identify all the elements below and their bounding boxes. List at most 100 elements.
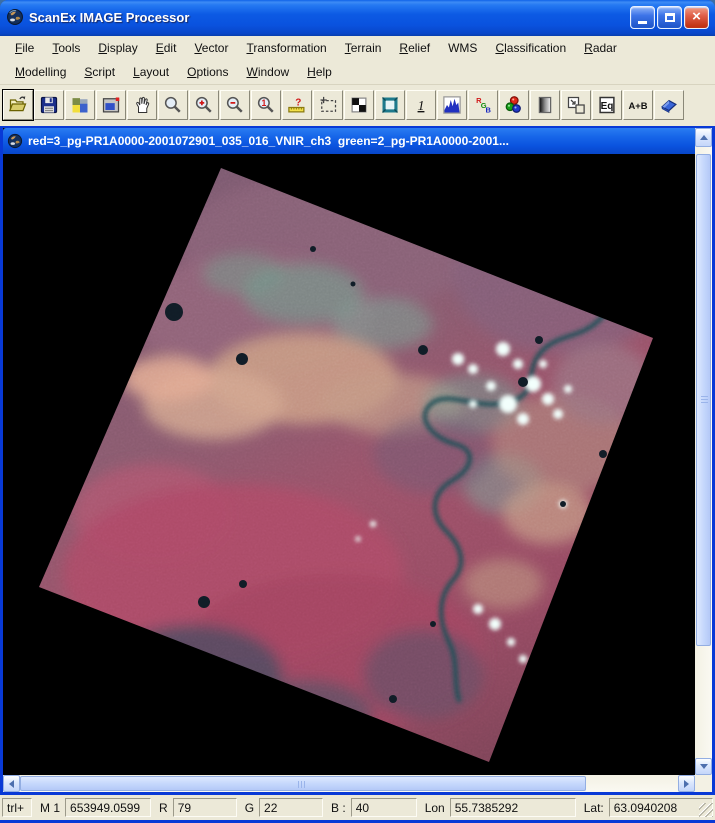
status-mode-cell: trl+	[2, 798, 32, 817]
menu-radar[interactable]: Radar	[575, 38, 626, 58]
app-window: ScanEx IMAGE Processor × File Tools Disp…	[0, 0, 715, 823]
color-channels-button[interactable]	[499, 89, 529, 120]
menu-transformation[interactable]: Transformation	[237, 38, 335, 58]
scroll-left-button[interactable]	[3, 775, 20, 792]
image-arithmetic-button[interactable]: A+B	[623, 89, 653, 120]
document-title: red=3_pg-PR1A0000-2001072901_035_016_VNI…	[28, 134, 509, 148]
app-globe-icon	[7, 9, 23, 25]
measure-button[interactable]: ?	[282, 89, 312, 120]
menubar-row2: Modelling Script Layout Options Window H…	[0, 60, 715, 85]
svg-text:Eq: Eq	[601, 100, 614, 111]
maximize-icon	[664, 12, 675, 22]
chevron-left-icon	[5, 779, 14, 788]
menu-layout[interactable]: Layout	[124, 62, 178, 82]
zoom-one-icon: 1	[257, 96, 274, 113]
toolbar: 1 ? 1 R G B Eq A+B	[0, 85, 715, 126]
menu-terrain[interactable]: Terrain	[336, 38, 391, 58]
image-canvas[interactable]	[3, 154, 695, 775]
color-channels-icon	[505, 95, 521, 113]
zoom-out-button[interactable]	[220, 89, 250, 120]
scale-label: M 1	[40, 800, 61, 815]
zoom-in-button[interactable]	[189, 89, 219, 120]
mdi-area: red=3_pg-PR1A0000-2001072901_035_016_VNI…	[0, 126, 715, 795]
resize-grip[interactable]	[699, 803, 713, 817]
eraser-button[interactable]	[654, 89, 684, 120]
save-button[interactable]	[34, 89, 64, 120]
svg-text:B: B	[486, 105, 492, 114]
open-button[interactable]	[2, 88, 34, 121]
svg-text:1: 1	[418, 98, 425, 113]
blue-value: 40	[350, 798, 417, 817]
minimize-icon	[638, 21, 647, 24]
one-to-one-button[interactable]: 1	[406, 89, 436, 120]
satellite-image	[39, 168, 653, 762]
menu-tools[interactable]: Tools	[43, 38, 89, 58]
histogram-icon	[443, 95, 461, 114]
measure-ruler-icon: ?	[288, 97, 305, 112]
lat-label: Lat:	[583, 800, 604, 815]
titlebar[interactable]: ScanEx IMAGE Processor ×	[0, 0, 715, 36]
scroll-down-button[interactable]	[695, 758, 712, 775]
red-label: R	[159, 800, 168, 815]
rgb-compose-icon: R G B	[476, 96, 492, 114]
gradient-stretch-icon	[538, 96, 552, 113]
chevron-up-icon	[699, 131, 708, 140]
scroll-up-button[interactable]	[695, 128, 712, 147]
horizontal-scrollbar[interactable]	[3, 775, 695, 792]
full-extent-frame-icon	[382, 96, 398, 113]
display-settings-icon	[102, 97, 120, 112]
new-window-icon	[567, 96, 585, 114]
menu-modelling[interactable]: Modelling	[6, 62, 75, 82]
menu-options[interactable]: Options	[178, 62, 237, 82]
maximize-button[interactable]	[657, 5, 682, 29]
display-settings-button[interactable]	[96, 89, 126, 120]
svg-text:1: 1	[261, 98, 266, 108]
equalize-button[interactable]: Eq	[592, 89, 622, 120]
new-window-button[interactable]	[561, 89, 591, 120]
horizontal-scroll-thumb[interactable]	[20, 776, 586, 791]
zoom-button[interactable]	[158, 89, 188, 120]
eraser-icon	[661, 99, 677, 113]
zoom-one-button[interactable]: 1	[251, 89, 281, 120]
menu-script[interactable]: Script	[75, 62, 124, 82]
zoom-in-icon	[195, 96, 212, 113]
lat-value: 63.0940208	[608, 798, 713, 817]
gradient-stretch-button[interactable]	[530, 89, 560, 120]
menu-window[interactable]: Window	[237, 62, 298, 82]
menu-help[interactable]: Help	[298, 62, 341, 82]
document-globe-icon	[7, 133, 23, 149]
blue-label: B :	[331, 800, 346, 815]
zoom-out-icon	[226, 96, 243, 113]
open-folder-icon	[8, 95, 27, 111]
select-region-button[interactable]	[313, 89, 343, 120]
histogram-button[interactable]	[437, 89, 467, 120]
tile-button[interactable]	[344, 89, 374, 120]
full-extent-button[interactable]	[375, 89, 405, 120]
pan-button[interactable]	[127, 89, 157, 120]
lon-value: 55.7385292	[449, 798, 576, 817]
save-icon	[40, 96, 58, 113]
menu-display[interactable]: Display	[89, 38, 146, 58]
vertical-scrollbar[interactable]	[695, 154, 712, 775]
menu-classification[interactable]: Classification	[486, 38, 575, 58]
vertical-scroll-thumb[interactable]	[696, 154, 711, 646]
minimize-button[interactable]	[630, 5, 655, 29]
close-icon: ×	[692, 8, 701, 25]
statusbar: trl+ M 1 653949.0599 R 79 G 22 B : 40 Lo…	[0, 795, 715, 820]
menu-file[interactable]: File	[6, 38, 43, 58]
scroll-right-button[interactable]	[678, 775, 695, 792]
rgb-compose-button[interactable]: R G B	[468, 89, 498, 120]
close-button[interactable]: ×	[684, 5, 709, 29]
chevron-down-icon	[699, 764, 708, 773]
pan-hand-icon	[136, 96, 150, 113]
menu-relief[interactable]: Relief	[390, 38, 439, 58]
image-icon	[72, 97, 88, 112]
select-region-icon	[320, 96, 337, 112]
menu-wms[interactable]: WMS	[439, 38, 486, 58]
image-button[interactable]	[65, 89, 95, 120]
menu-edit[interactable]: Edit	[147, 38, 186, 58]
vertical-scrollbar-top	[695, 128, 712, 154]
menu-vector[interactable]: Vector	[185, 38, 237, 58]
equalize-icon: Eq	[599, 96, 615, 113]
document-titlebar[interactable]: red=3_pg-PR1A0000-2001072901_035_016_VNI…	[3, 128, 695, 154]
